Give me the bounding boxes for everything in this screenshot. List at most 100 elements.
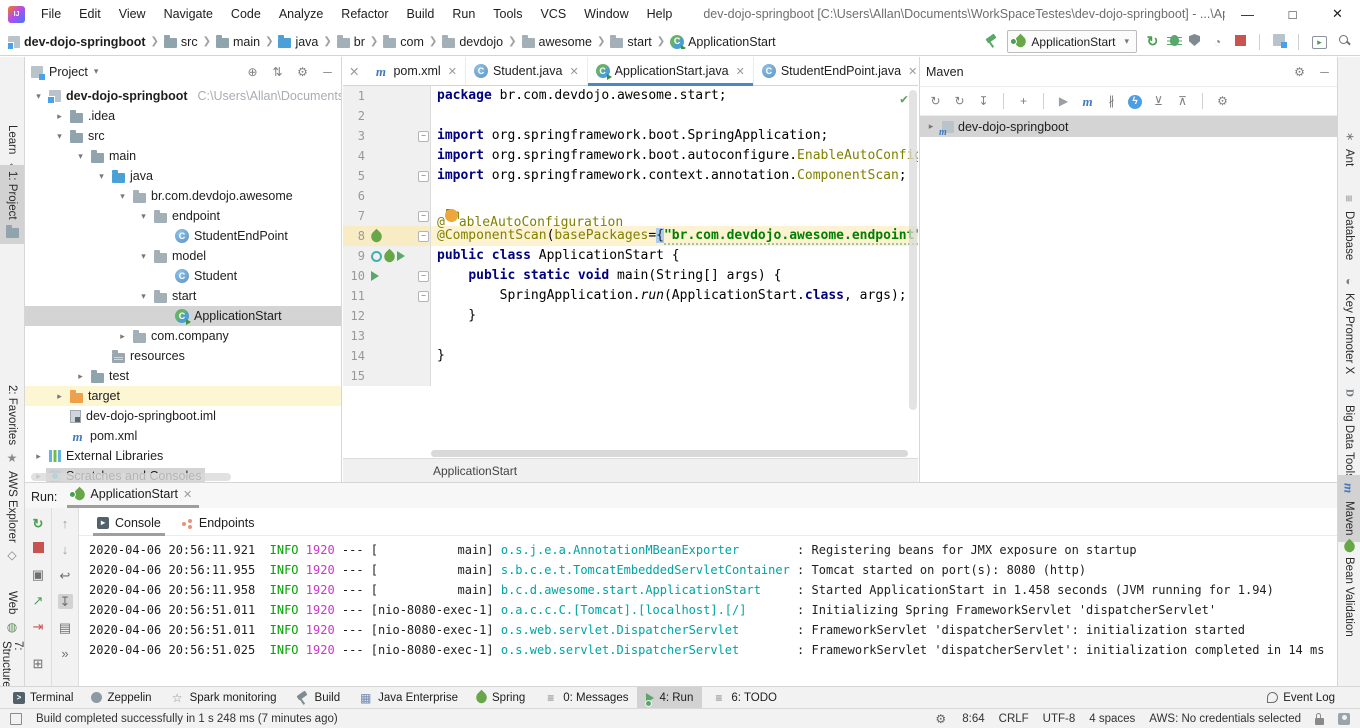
- tree-chevron-icon[interactable]: ▾: [136, 211, 151, 222]
- fold-marker-icon[interactable]: −: [418, 231, 429, 242]
- action-stop[interactable]: [1235, 35, 1246, 49]
- tree-chevron-icon[interactable]: ▾: [136, 251, 151, 262]
- tree-chevron-icon[interactable]: ▾: [52, 131, 67, 142]
- project-horizontal-scrollbar[interactable]: [31, 473, 231, 481]
- action-rerun[interactable]: ↻: [1145, 34, 1160, 50]
- console-action-print[interactable]: ▤: [58, 620, 73, 635]
- tool-stripe-maven[interactable]: mMaven: [1338, 475, 1360, 542]
- breadcrumb-item-awesome[interactable]: awesome: [522, 35, 593, 49]
- tree-item-test[interactable]: ▸test: [25, 366, 341, 386]
- breadcrumb-item-devdojo[interactable]: devdojo: [442, 35, 503, 49]
- console-action-update-app[interactable]: ↗: [31, 593, 46, 608]
- tree-item-br-com-devdojo-awesome[interactable]: ▾br.com.devdojo.awesome: [25, 186, 341, 206]
- tree-item-dev-dojo-springboot[interactable]: ▾dev-dojo-springbootC:\Users\Allan\Docum…: [25, 86, 341, 106]
- menu-code[interactable]: Code: [222, 0, 270, 28]
- tree-item-external-libraries[interactable]: ▸External Libraries: [25, 446, 341, 466]
- tree-chevron-icon[interactable]: ▸: [52, 111, 67, 122]
- breadcrumb-item-main[interactable]: main: [216, 35, 260, 49]
- breadcrumb-item-applicationstart[interactable]: CApplicationStart: [670, 35, 776, 49]
- code-line-11[interactable]: 11− SpringApplication.run(ApplicationSta…: [343, 286, 918, 306]
- action-coverage[interactable]: [1189, 34, 1200, 49]
- tree-item-main[interactable]: ▾main: [25, 146, 341, 166]
- editor-vertical-scrollbar[interactable]: [909, 90, 917, 410]
- tree-chevron-icon[interactable]: ▸: [52, 391, 67, 402]
- menu-refactor[interactable]: Refactor: [332, 0, 397, 28]
- toolwindow-tab-event-log[interactable]: Event Log: [1258, 687, 1344, 708]
- tree-item-java[interactable]: ▾java: [25, 166, 341, 186]
- minimize-button[interactable]: —: [1225, 1, 1270, 28]
- console-action-layout[interactable]: ⊞: [31, 656, 46, 671]
- action-profile[interactable]: ◔: [1210, 34, 1225, 49]
- close-icon[interactable]: ✕: [343, 57, 365, 85]
- background-tasks-icon[interactable]: ⚙: [933, 711, 948, 726]
- fold-marker-icon[interactable]: −: [418, 171, 429, 182]
- console-action-rerun[interactable]: ↻: [31, 516, 46, 531]
- console-action-soft-wrap[interactable]: ↩: [58, 568, 73, 583]
- tree-chevron-icon[interactable]: ▸: [31, 451, 46, 462]
- tree-item-endpoint[interactable]: ▾endpoint: [25, 206, 341, 226]
- menu-view[interactable]: View: [110, 0, 155, 28]
- fold-marker-icon[interactable]: −: [418, 291, 429, 302]
- maven-action-download[interactable]: ↧: [976, 94, 991, 109]
- status-widget-aws-no-credentials-selected[interactable]: AWS: No credentials selected: [1149, 713, 1301, 725]
- action-debug[interactable]: [1170, 35, 1179, 49]
- toolwindow-tab-terminal[interactable]: >Terminal: [4, 687, 82, 708]
- maven-action-run-gray[interactable]: ▶: [1056, 94, 1071, 109]
- lock-icon[interactable]: [1315, 718, 1324, 725]
- tree-item--idea[interactable]: ▸.idea: [25, 106, 341, 126]
- tree-chevron-icon[interactable]: ▾: [73, 151, 88, 162]
- editor-tab-applicationstart-java[interactable]: CApplicationStart.java✕: [588, 57, 754, 85]
- code-line-15[interactable]: 15: [343, 366, 918, 386]
- console-action-snapshot[interactable]: ▣: [31, 567, 46, 582]
- console-tab-endpoints[interactable]: Endpoints: [173, 516, 263, 535]
- toolwindow-tab-spring[interactable]: Spring: [467, 687, 534, 708]
- tool-stripe-bean-validation[interactable]: Bean Validation: [1338, 535, 1360, 643]
- action-project-view[interactable]: [1273, 34, 1285, 49]
- tool-stripe-aws-explorer[interactable]: AWS Explorer◇: [0, 465, 24, 569]
- tree-chevron-icon[interactable]: ▸: [73, 371, 88, 382]
- console-action-more[interactable]: »: [58, 646, 73, 661]
- action-run-anything[interactable]: ▸: [1312, 34, 1327, 49]
- code-line-12[interactable]: 12 }: [343, 306, 918, 326]
- tree-chevron-icon[interactable]: ▾: [31, 91, 46, 102]
- editor-tab-pom-xml[interactable]: mpom.xml✕: [365, 57, 465, 85]
- menu-edit[interactable]: Edit: [70, 0, 110, 28]
- code-line-5[interactable]: 5−import org.springframework.context.ann…: [343, 166, 918, 186]
- close-icon[interactable]: ✕: [569, 65, 578, 78]
- toolwindow-tab-spark-monitoring[interactable]: ☆Spark monitoring: [161, 687, 286, 708]
- tree-item-dev-dojo-springboot-iml[interactable]: dev-dojo-springboot.iml: [25, 406, 341, 426]
- console-action-scroll-end[interactable]: ↧: [58, 594, 73, 609]
- code-line-6[interactable]: 6: [343, 186, 918, 206]
- close-icon[interactable]: ✕: [736, 65, 745, 78]
- close-icon[interactable]: ✕: [448, 65, 457, 78]
- editor-tab-student-java[interactable]: CStudent.java✕: [466, 57, 588, 85]
- menu-file[interactable]: File: [32, 0, 70, 28]
- breadcrumb-item-dev-dojo-springboot[interactable]: dev-dojo-springboot: [8, 35, 146, 49]
- close-icon[interactable]: ✕: [908, 65, 917, 78]
- status-widget-8-64[interactable]: 8:64: [962, 713, 984, 725]
- springboot-icon[interactable]: [371, 251, 382, 262]
- menu-build[interactable]: Build: [398, 0, 444, 28]
- toolwindow-tab-java-enterprise[interactable]: ▦Java Enterprise: [349, 687, 467, 708]
- chevron-right-icon[interactable]: ▸: [924, 121, 938, 132]
- maven-action-reimport[interactable]: ↻: [928, 94, 943, 109]
- maven-action-expand-all[interactable]: ⊻: [1151, 94, 1166, 109]
- code-line-9[interactable]: 9public class ApplicationStart {: [343, 246, 918, 266]
- status-widget-crlf[interactable]: CRLF: [999, 713, 1029, 725]
- code-line-2[interactable]: 2: [343, 106, 918, 126]
- action-hammer[interactable]: [984, 33, 999, 51]
- code-line-1[interactable]: 1package br.com.devdojo.awesome.start;: [343, 86, 918, 106]
- code-line-13[interactable]: 13: [343, 326, 918, 346]
- breadcrumb-item-java[interactable]: java: [278, 35, 318, 49]
- fold-marker-icon[interactable]: −: [418, 131, 429, 142]
- action-search[interactable]: [1337, 33, 1352, 51]
- breadcrumb-item-br[interactable]: br: [337, 35, 365, 49]
- action-hide[interactable]: ─: [320, 64, 335, 79]
- tree-item-start[interactable]: ▾start: [25, 286, 341, 306]
- breadcrumb-item-start[interactable]: start: [610, 35, 651, 49]
- maven-action-offline[interactable]: ϟ: [1128, 93, 1142, 109]
- menu-run[interactable]: Run: [443, 0, 484, 28]
- maven-action-skip-tests[interactable]: ∦: [1104, 94, 1119, 109]
- editor-breadcrumb-item[interactable]: ApplicationStart: [433, 464, 517, 478]
- code-line-3[interactable]: 3−import org.springframework.boot.Spring…: [343, 126, 918, 146]
